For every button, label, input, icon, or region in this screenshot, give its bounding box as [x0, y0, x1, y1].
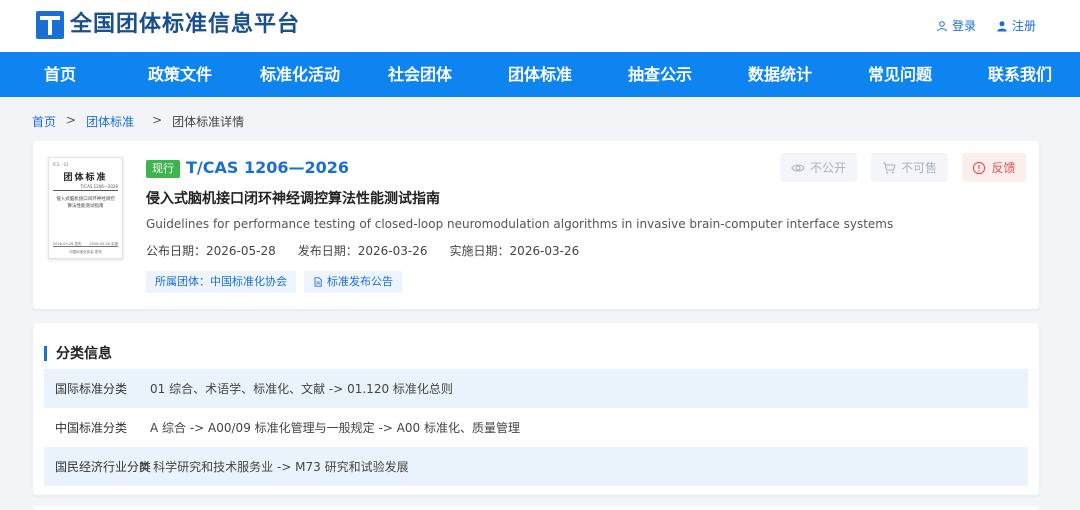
- standard-title-en: Guidelines for performance testing of cl…: [146, 217, 894, 231]
- nav-inspection[interactable]: 抽查公示: [600, 52, 720, 97]
- row-value: A 综合 -> A00/09 标准化管理与一般规定 -> A00 标准化、质量管…: [150, 421, 520, 435]
- site-header: 全国团体标准信息平台 登录 注册: [0, 0, 1080, 52]
- implement-date: 实施日期：2026-03-26: [450, 242, 580, 259]
- organization-tag-label: 所属团体：中国标准化协会: [155, 275, 287, 288]
- classification-card: 分类信息 国际标准分类 01 综合、术语学、标准化、文献 -> 01.120 标…: [33, 323, 1039, 495]
- eye-icon: [791, 163, 805, 172]
- cover-ics: ICS 01: [53, 162, 69, 167]
- breadcrumb: 首页 > 团体标准 > 团体标准详情: [32, 113, 244, 130]
- table-row: 国民经济行业分类 M 科学研究和技术服务业 -> M73 研究和试验发展: [44, 447, 1028, 486]
- cover-title: 团体标准: [63, 173, 108, 183]
- standard-detail-card: ICS 01 团体标准 T/CAS 1206—2026 侵入式脑机接口闭环神经调…: [33, 141, 1039, 309]
- classification-title: 分类信息: [56, 346, 112, 362]
- register-link[interactable]: 注册: [996, 17, 1036, 34]
- feedback-label: 反馈: [991, 161, 1016, 175]
- alert-circle-icon: [973, 161, 986, 174]
- classification-table: 国际标准分类 01 综合、术语学、标准化、文献 -> 01.120 标准化总则 …: [44, 369, 1028, 486]
- nav-faq[interactable]: 常见问题: [840, 52, 960, 97]
- nav-standards[interactable]: 团体标准: [480, 52, 600, 97]
- implement-date-label: 实施日期：: [449, 244, 510, 258]
- announce-date-label: 公布日期：: [146, 244, 207, 258]
- standard-dates: 公布日期：2026-05-28 发布日期：2026-03-26 实施日期：202…: [146, 242, 579, 259]
- publish-date: 发布日期：2026-03-26: [298, 242, 428, 259]
- auth-links: 登录 注册: [936, 17, 1036, 34]
- site-logo-icon[interactable]: [36, 11, 64, 39]
- cover-divider: [53, 190, 118, 191]
- breadcrumb-home[interactable]: 首页: [32, 113, 56, 130]
- publish-date-label: 发布日期：: [297, 244, 358, 258]
- nav-policy[interactable]: 政策文件: [120, 52, 240, 97]
- nav-statistics[interactable]: 数据统计: [720, 52, 840, 97]
- cover-divider-bottom: [53, 246, 118, 247]
- table-row: 国际标准分类 01 综合、术语学、标准化、文献 -> 01.120 标准化总则: [44, 369, 1028, 408]
- nav-activities[interactable]: 标准化活动: [240, 52, 360, 97]
- breadcrumb-separator: >: [66, 113, 77, 127]
- logo-t-stem: [48, 20, 52, 35]
- cover-name: 侵入式脑机接口闭环神经调控算法性能测试指南: [56, 197, 115, 209]
- notice-tag[interactable]: 标准发布公告: [304, 271, 402, 293]
- not-for-sale-label: 不可售: [900, 161, 937, 175]
- notice-tag-label: 标准发布公告: [327, 275, 393, 288]
- nav-home[interactable]: 首页: [0, 52, 120, 97]
- breadcrumb-standards[interactable]: 团体标准: [86, 113, 134, 130]
- cover-code: T/CAS 1206—2026: [80, 184, 119, 189]
- not-for-sale-button[interactable]: 不可售: [871, 153, 948, 182]
- site-title[interactable]: 全国团体标准信息平台: [70, 10, 300, 40]
- nav-contact[interactable]: 联系我们: [960, 52, 1080, 97]
- login-label: 登录: [951, 19, 976, 33]
- table-row: 中国标准分类 A 综合 -> A00/09 标准化管理与一般规定 -> A00 …: [44, 408, 1028, 447]
- main-nav: 首页 政策文件 标准化活动 社会团体 团体标准 抽查公示 数据统计 常见问题 联…: [0, 52, 1080, 97]
- user-outline-icon: [936, 20, 947, 31]
- publish-date-value: 2026-03-26: [357, 244, 428, 258]
- row-value: 01 综合、术语学、标准化、文献 -> 01.120 标准化总则: [150, 382, 453, 396]
- implement-date-value: 2026-03-26: [509, 244, 580, 258]
- classification-heading: 分类信息: [44, 343, 112, 363]
- row-label: 国际标准分类: [55, 382, 128, 396]
- row-label: 中国标准分类: [55, 421, 128, 435]
- standard-title-cn: 侵入式脑机接口闭环神经调控算法性能测试指南: [146, 191, 440, 207]
- standard-code: T/CAS 1206—2026: [186, 158, 350, 177]
- next-section-card: [33, 506, 1039, 510]
- breadcrumb-separator: >: [152, 113, 163, 127]
- feedback-button[interactable]: 反馈: [962, 153, 1026, 182]
- breadcrumb-current: 团体标准详情: [172, 115, 245, 129]
- standard-actions: 不公开 不可售 反馈: [780, 153, 1026, 182]
- announce-date: 公布日期：2026-05-28: [146, 242, 276, 259]
- nav-organizations[interactable]: 社会团体: [360, 52, 480, 97]
- cover-publisher: 中国标准化协会 发布: [69, 250, 102, 254]
- register-label: 注册: [1011, 19, 1036, 33]
- cart-icon: [882, 161, 896, 173]
- document-icon: [314, 277, 322, 287]
- login-link[interactable]: 登录: [936, 17, 976, 34]
- announce-date-value: 2026-05-28: [206, 244, 276, 258]
- organization-tag[interactable]: 所属团体：中国标准化协会: [146, 271, 296, 293]
- standard-tags: 所属团体：中国标准化协会 标准发布公告: [146, 271, 402, 293]
- standard-cover-thumbnail[interactable]: ICS 01 团体标准 T/CAS 1206—2026 侵入式脑机接口闭环神经调…: [48, 157, 123, 259]
- status-badge: 现行: [146, 160, 180, 178]
- not-public-label: 不公开: [809, 161, 846, 175]
- row-value: M 科学研究和技术服务业 -> M73 研究和试验发展: [139, 460, 409, 474]
- row-label: 国民经济行业分类: [55, 460, 152, 474]
- section-accent-bar: [44, 345, 47, 361]
- not-public-button[interactable]: 不公开: [780, 153, 857, 182]
- user-filled-icon: [997, 20, 1007, 31]
